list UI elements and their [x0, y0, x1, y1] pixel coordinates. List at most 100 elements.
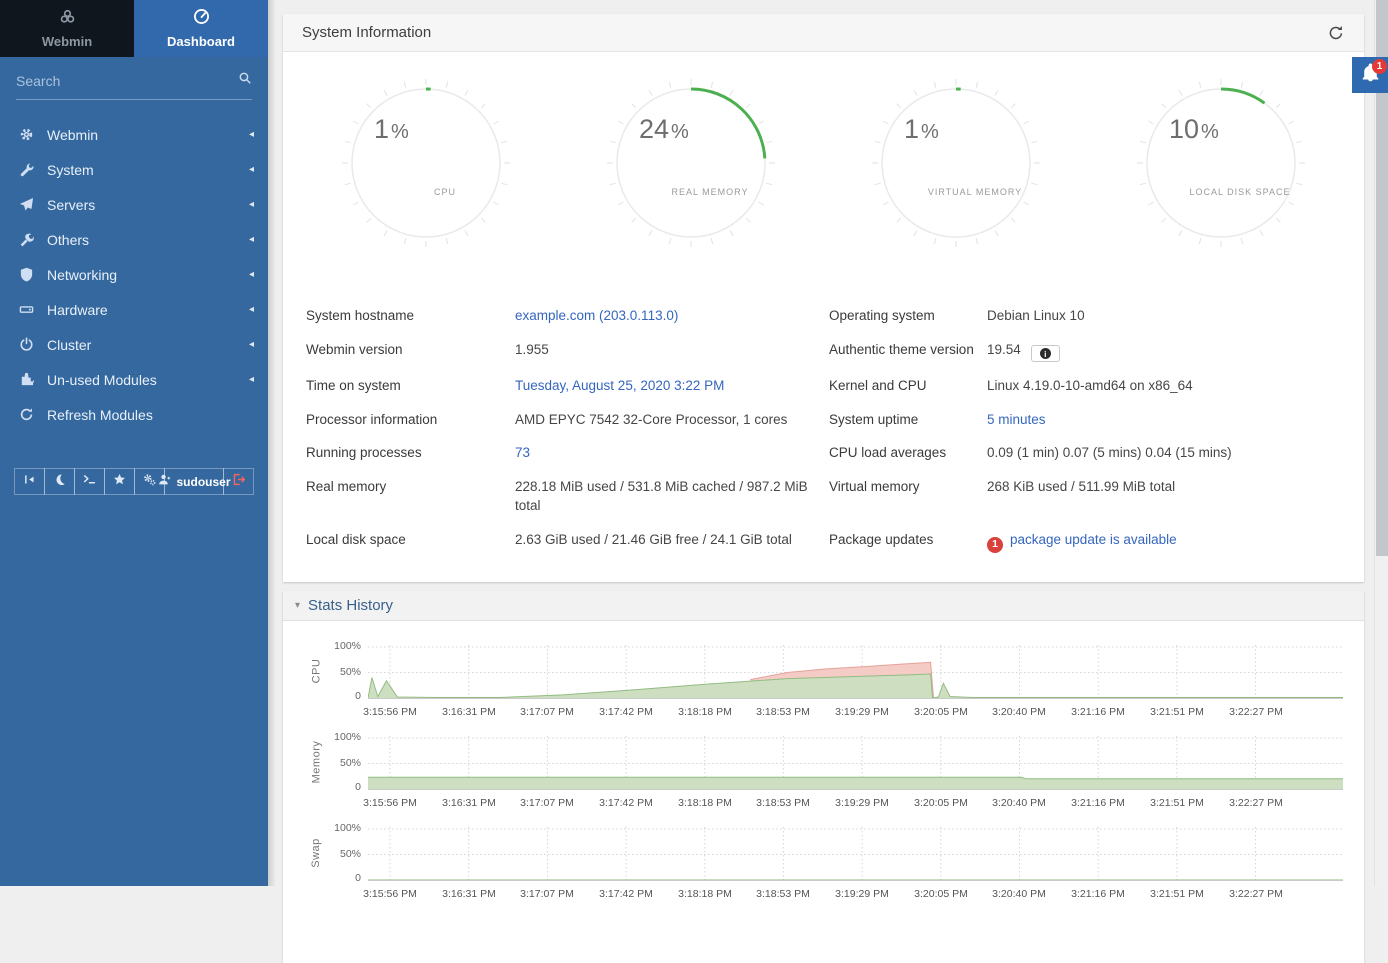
search-icon[interactable]	[238, 71, 252, 90]
x-axis-tick-label: 3:18:53 PM	[756, 706, 810, 718]
info-label: System uptime	[829, 403, 987, 437]
sidebar-item-refresh-modules[interactable]: Refresh Modules	[0, 397, 268, 432]
sidebar-item-servers[interactable]: Servers◂	[0, 187, 268, 222]
chart-y-ticks: 100%50%0	[324, 643, 368, 700]
x-axis-tick-label: 3:21:51 PM	[1150, 706, 1204, 718]
chart-plot-area	[368, 643, 1343, 700]
user-icon	[158, 473, 171, 491]
x-axis-tick-label: 3:21:16 PM	[1071, 706, 1125, 718]
chart-axis-title: CPU	[308, 643, 324, 700]
info-label: System hostname	[306, 299, 515, 333]
system-info-table: System hostnameexample.com (203.0.113.0)…	[283, 253, 1364, 582]
stats-chart-memory: Memory100%50%03:15:56 PM3:16:31 PM3:17:0…	[308, 734, 1364, 811]
sidebar-item-networking[interactable]: Networking◂	[0, 257, 268, 292]
x-axis-tick-label: 3:20:05 PM	[914, 797, 968, 809]
sidebar-item-un-used-modules[interactable]: Un-used Modules◂	[0, 362, 268, 397]
info-label: Processor information	[306, 403, 515, 437]
stats-history-toggle[interactable]: ▾ Stats History	[283, 591, 1364, 621]
x-axis-tick-label: 3:20:40 PM	[992, 888, 1046, 900]
info-value-cell: 5 minutes	[987, 403, 1341, 437]
logout-button[interactable]	[223, 468, 254, 495]
x-axis-tick-label: 3:18:53 PM	[756, 888, 810, 900]
x-axis-tick-label: 3:22:27 PM	[1229, 706, 1283, 718]
sidebar-item-cluster[interactable]: Cluster◂	[0, 327, 268, 362]
chart-axis-title: Memory	[308, 734, 324, 791]
sidebar-item-hardware[interactable]: Hardware◂	[0, 292, 268, 327]
terminal-button[interactable]	[74, 468, 105, 495]
info-value: 228.18 MiB used / 531.8 MiB cached / 987…	[515, 479, 808, 514]
chart-x-labels: 3:15:56 PM3:16:31 PM3:17:07 PM3:17:42 PM…	[368, 882, 1343, 902]
x-axis-tick-label: 3:20:40 PM	[992, 797, 1046, 809]
paper-plane-icon	[18, 197, 34, 213]
sidebar-item-label: System	[47, 162, 249, 178]
info-value: Linux 4.19.0-10-amd64 on x86_64	[987, 378, 1193, 393]
webmin-logo-icon	[59, 8, 76, 30]
info-label: Webmin version	[306, 333, 515, 370]
stats-history-title: Stats History	[308, 597, 393, 614]
notifications-button[interactable]: 1	[1352, 57, 1388, 93]
caret-left-icon: ◂	[249, 374, 254, 385]
x-axis-tick-label: 3:17:42 PM	[599, 888, 653, 900]
sidebar-item-label: Webmin	[47, 127, 249, 143]
info-value-link[interactable]: package update is available	[1010, 532, 1177, 547]
tools-icon	[18, 232, 34, 248]
tab-dashboard[interactable]: Dashboard	[134, 0, 268, 57]
x-axis-tick-label: 3:20:05 PM	[914, 706, 968, 718]
sidebar-tabs: Webmin Dashboard	[0, 0, 268, 57]
sidebar-item-others[interactable]: Others◂	[0, 222, 268, 257]
refresh-button[interactable]	[1327, 24, 1345, 42]
gauge-cpu: 1% CPU	[341, 78, 511, 253]
x-axis-tick-label: 3:21:51 PM	[1150, 797, 1204, 809]
x-axis-tick-label: 3:19:29 PM	[835, 888, 889, 900]
package-count-badge: 1	[987, 537, 1003, 553]
wrench-icon	[18, 162, 34, 178]
tab-webmin[interactable]: Webmin	[0, 0, 134, 57]
svg-text:VIRTUAL MEMORY: VIRTUAL MEMORY	[928, 187, 1022, 197]
sidebar-item-label: Refresh Modules	[47, 407, 254, 423]
hard-drive-icon	[18, 302, 34, 318]
info-value-cell: 2.63 GiB used / 21.46 GiB free / 24.1 Gi…	[515, 523, 829, 560]
sidebar-item-system[interactable]: System◂	[0, 152, 268, 187]
caret-left-icon: ◂	[249, 129, 254, 140]
x-axis-tick-label: 3:16:31 PM	[442, 888, 496, 900]
stats-history-body: CPU100%50%03:15:56 PM3:16:31 PM3:17:07 P…	[283, 621, 1364, 940]
info-label: Real memory	[306, 470, 515, 523]
x-axis-tick-label: 3:21:16 PM	[1071, 888, 1125, 900]
chart-plot-area	[368, 734, 1343, 791]
info-value-cell: Linux 4.19.0-10-amd64 on x86_64	[987, 369, 1341, 403]
info-value-cell: example.com (203.0.113.0)	[515, 299, 829, 333]
sidebar-toolbar: sudouser	[14, 468, 254, 495]
star-icon	[113, 473, 126, 491]
info-value-link[interactable]: 73	[515, 445, 530, 460]
theme-info-button[interactable]: i	[1031, 345, 1060, 362]
info-value-link[interactable]: example.com (203.0.113.0)	[515, 308, 678, 323]
puzzle-icon	[18, 372, 34, 388]
chart-x-labels: 3:15:56 PM3:16:31 PM3:17:07 PM3:17:42 PM…	[368, 791, 1343, 811]
user-button[interactable]: sudouser	[164, 468, 224, 495]
favorites-button[interactable]	[104, 468, 135, 495]
caret-left-icon: ◂	[249, 339, 254, 350]
info-value-cell: 1.955	[515, 333, 829, 370]
collapse-sidebar-button[interactable]	[14, 468, 45, 495]
info-value-link[interactable]: 5 minutes	[987, 412, 1046, 427]
x-axis-tick-label: 3:15:56 PM	[363, 706, 417, 718]
info-value-cell: 73	[515, 436, 829, 470]
tab-dashboard-label: Dashboard	[167, 34, 235, 49]
info-label: Operating system	[829, 299, 987, 333]
info-label: Authentic theme version	[829, 333, 987, 370]
info-value-cell: 0.09 (1 min) 0.07 (5 mins) 0.04 (15 mins…	[987, 436, 1341, 470]
caret-left-icon: ◂	[249, 269, 254, 280]
caret-left-icon: ◂	[249, 199, 254, 210]
x-axis-tick-label: 3:15:56 PM	[363, 888, 417, 900]
system-information-panel: System Information 1% CPU 24% REAL MEMOR…	[283, 14, 1364, 582]
sidebar-item-label: Servers	[47, 197, 249, 213]
sidebar-item-label: Others	[47, 232, 249, 248]
sidebar-item-webmin[interactable]: Webmin◂	[0, 117, 268, 152]
info-label: Kernel and CPU	[829, 369, 987, 403]
search-input[interactable]	[16, 73, 238, 89]
x-axis-tick-label: 3:17:07 PM	[520, 706, 574, 718]
night-mode-button[interactable]	[44, 468, 75, 495]
info-value-link[interactable]: Tuesday, August 25, 2020 3:22 PM	[515, 378, 724, 393]
x-axis-tick-label: 3:21:51 PM	[1150, 888, 1204, 900]
info-value-cell: Debian Linux 10	[987, 299, 1341, 333]
